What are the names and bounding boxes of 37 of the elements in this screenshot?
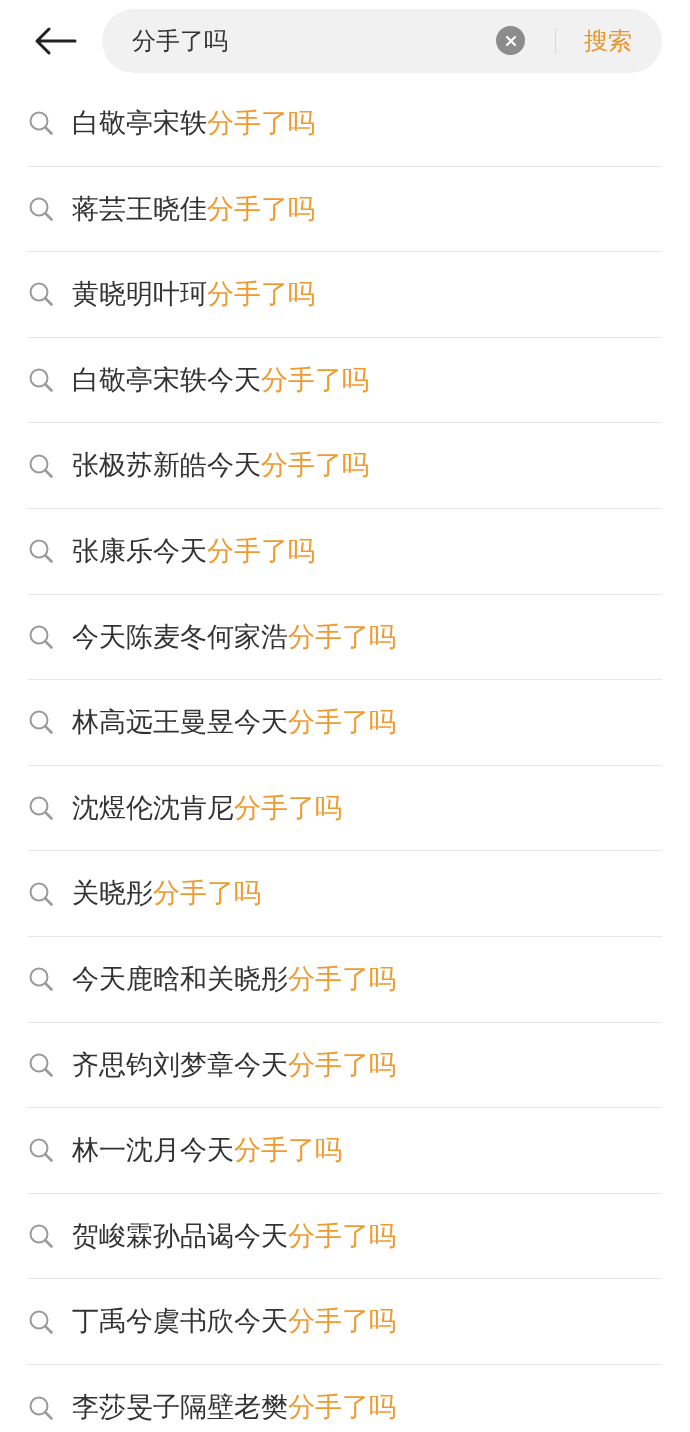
search-icon [28,966,54,993]
suggestion-text[interactable]: 关晓彤分手了吗 [72,873,261,914]
search-icon [28,452,54,479]
suggestion-text[interactable]: 黄晓明叶珂分手了吗 [72,274,315,315]
search-query: 分手了吗 [132,25,229,57]
suggestion-text[interactable]: 张极苏新皓今天分手了吗 [72,445,369,486]
suggestion-text[interactable]: 今天陈麦冬何家浩分手了吗 [72,616,396,658]
suggestion-text[interactable]: 齐思钧刘梦章今天分手了吗 [72,1044,396,1086]
suggestion-text[interactable]: 张康乐今天分手了吗 [72,531,315,572]
search-icon [28,1137,54,1164]
suggestion-text[interactable]: 今天鹿晗和关晓彤分手了吗 [72,959,396,1000]
search-icon [28,1394,54,1421]
suggestion-text[interactable]: 林一沈月今天分手了吗 [72,1130,342,1171]
search-icon [28,1051,54,1078]
suggestion-text[interactable]: 蒋芸王晓佳分手了吗 [72,188,315,230]
search-icon [28,1308,54,1335]
search-icon [28,795,54,822]
suggestion-text[interactable]: 贺峻霖孙品谒今天分手了吗 [72,1215,396,1257]
suggestion-text[interactable]: 白敬亭宋轶分手了吗 [72,103,315,144]
clear-button[interactable] [496,26,525,55]
suggestion-text[interactable]: 李莎旻子隔壁老樊分手了吗 [72,1387,396,1428]
close-icon [504,34,517,47]
suggestion-text[interactable]: 林高远王曼昱今天分手了吗 [72,702,396,743]
suggestion-text[interactable]: 沈煜伦沈肯尼分手了吗 [72,787,342,829]
suggestion-text[interactable]: 白敬亭宋轶今天分手了吗 [72,359,369,401]
search-icon [28,281,54,308]
search-icon [28,110,54,137]
back-arrow-icon [33,25,77,56]
search-icon [28,1223,54,1249]
search-icon [28,709,54,736]
search-icon [28,367,54,394]
search-icon [28,880,54,907]
search-icon [28,538,54,565]
search-icon [28,195,54,222]
search-icon [28,623,54,650]
suggestion-text[interactable]: 丁禹兮虞书欣今天分手了吗 [72,1301,396,1342]
search-field[interactable]: 分手了吗 搜索 [102,8,662,73]
